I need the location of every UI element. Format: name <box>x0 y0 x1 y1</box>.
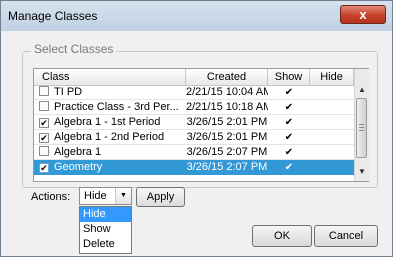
created-date: 3/26/15 2:07 PM <box>186 161 268 173</box>
hide-check[interactable] <box>310 130 354 145</box>
window-title: Manage Classes <box>8 9 98 23</box>
table-row[interactable]: ✔ Algebra 1 - 2nd Period 3/26/15 2:01 PM … <box>34 130 354 145</box>
table-row-selected[interactable]: ✔ Geometry 3/26/15 2:07 PM ✔ <box>34 160 354 175</box>
hide-check[interactable] <box>310 100 354 115</box>
class-name: Geometry <box>54 161 103 173</box>
created-date: 3/26/15 2:01 PM <box>186 116 268 128</box>
show-check[interactable]: ✔ <box>268 85 310 100</box>
table-row[interactable]: TI PD 2/21/15 10:04 AM ✔ <box>34 85 354 100</box>
hide-check[interactable] <box>310 115 354 130</box>
scroll-up-arrow-icon[interactable]: ▲ <box>355 83 369 97</box>
actions-dropdown-list: Hide Show Delete <box>79 206 132 254</box>
row-checkbox[interactable]: ✔ <box>39 163 49 173</box>
column-header-show[interactable]: Show <box>268 69 310 85</box>
vertical-scrollbar[interactable]: ▲ ▼ <box>354 69 369 181</box>
scroll-thumb[interactable] <box>356 98 367 158</box>
title-bar[interactable]: Manage Classes x <box>1 1 392 31</box>
created-date: 2/21/15 10:18 AM <box>186 101 268 113</box>
show-check[interactable]: ✔ <box>268 145 310 160</box>
table-row[interactable]: ✔ Algebra 1 - 1st Period 3/26/15 2:01 PM … <box>34 115 354 130</box>
table-header: Class Created Show Hide <box>34 69 354 86</box>
apply-button[interactable]: Apply <box>136 187 185 207</box>
table-row[interactable]: Practice Class - 3rd Per... 2/21/15 10:1… <box>34 100 354 115</box>
created-date: 2/21/15 10:04 AM <box>186 86 268 98</box>
show-check[interactable]: ✔ <box>268 130 310 145</box>
column-header-class[interactable]: Class <box>34 69 186 85</box>
show-check[interactable]: ✔ <box>268 160 310 175</box>
row-checkbox[interactable] <box>39 146 49 156</box>
hide-check[interactable] <box>310 160 354 175</box>
dropdown-option-hide[interactable]: Hide <box>80 207 131 222</box>
classes-table: Class Created Show Hide TI PD 2/21/15 10… <box>33 68 369 182</box>
class-name: TI PD <box>54 86 83 98</box>
created-date: 3/26/15 2:07 PM <box>186 146 268 158</box>
row-checkbox[interactable]: ✔ <box>39 118 49 128</box>
actions-selected-value: Hide <box>84 190 107 202</box>
created-date: 3/26/15 2:01 PM <box>186 131 268 143</box>
class-name: Practice Class - 3rd Per... <box>54 101 179 113</box>
cancel-button[interactable]: Cancel <box>314 225 378 247</box>
show-check[interactable]: ✔ <box>268 115 310 130</box>
dropdown-option-delete[interactable]: Delete <box>80 237 131 252</box>
scroll-down-arrow-icon[interactable]: ▼ <box>355 165 369 179</box>
show-check[interactable]: ✔ <box>268 100 310 115</box>
row-checkbox[interactable]: ✔ <box>39 133 49 143</box>
table-row[interactable]: Algebra 1 3/26/15 2:07 PM ✔ <box>34 145 354 160</box>
hide-check[interactable] <box>310 85 354 100</box>
group-title: Select Classes <box>31 42 117 56</box>
dropdown-option-show[interactable]: Show <box>80 222 131 237</box>
column-header-created[interactable]: Created <box>186 69 268 85</box>
class-name: Algebra 1 - 1st Period <box>54 116 161 128</box>
close-icon: x <box>359 7 367 22</box>
chevron-down-icon[interactable]: ▼ <box>115 188 131 204</box>
close-button[interactable]: x <box>340 5 386 24</box>
row-checkbox[interactable] <box>39 86 49 96</box>
class-name: Algebra 1 <box>54 146 102 158</box>
hide-check[interactable] <box>310 145 354 160</box>
actions-label: Actions: <box>31 191 71 203</box>
class-name: Algebra 1 - 2nd Period <box>54 131 165 143</box>
column-header-hide[interactable]: Hide <box>310 69 354 85</box>
ok-button[interactable]: OK <box>252 225 312 247</box>
actions-dropdown[interactable]: Hide ▼ <box>79 187 132 205</box>
row-checkbox[interactable] <box>39 101 49 111</box>
